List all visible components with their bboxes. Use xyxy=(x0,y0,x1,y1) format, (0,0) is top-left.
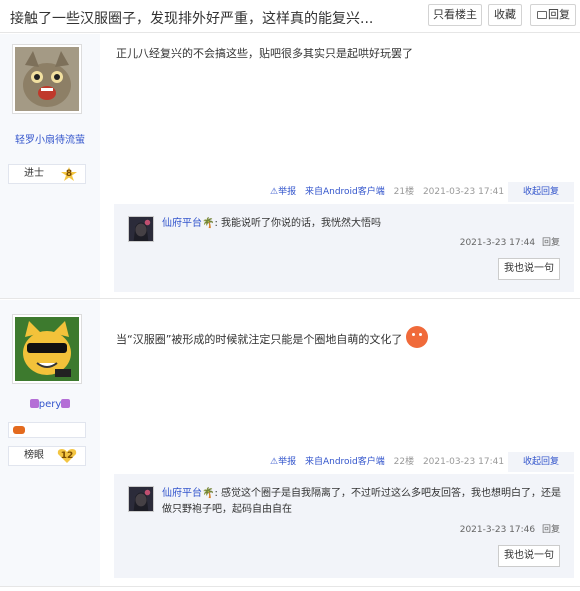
post-time: 2021-03-23 17:41 xyxy=(422,457,505,467)
level-box: 进士 8 xyxy=(8,164,86,184)
reply-meta: 2021-3-23 17:44 回复 xyxy=(460,235,560,248)
level-number: 12 xyxy=(60,451,74,461)
reply-text: 仙府平台🌴: 感觉这个圈子是自我隔离了，不过听过这么多吧友回答，我也想明白了，还… xyxy=(162,486,562,518)
favorite-button[interactable]: 收藏 xyxy=(488,4,522,26)
purple-emoji-icon xyxy=(61,399,71,408)
member-icon-box xyxy=(8,422,86,438)
purple-emoji-icon xyxy=(29,399,39,408)
reply-colon: : xyxy=(214,488,218,499)
post-floor: 轻罗小扇待流萤 进士 8 正儿八经复兴的不会搞这些，贴吧很多其实只是起哄好玩罢了… xyxy=(0,34,580,299)
collapse-replies-button[interactable]: 收起回复 xyxy=(508,182,574,202)
floor-number: 21楼 xyxy=(393,187,415,197)
username-link[interactable]: pery xyxy=(0,399,100,410)
level-name: 榜眼 xyxy=(24,450,44,461)
say-something-button[interactable]: 我也说一句 xyxy=(498,258,560,280)
client-link[interactable]: 来自Android客户端 xyxy=(305,187,385,197)
reply-time: 2021-3-23 17:44 xyxy=(459,238,536,248)
level-box: 榜眼 12 xyxy=(8,446,86,466)
collapse-replies-button[interactable]: 收起回复 xyxy=(508,452,574,472)
gamepad-icon xyxy=(13,426,25,434)
cat-avatar-icon xyxy=(15,47,79,111)
level-badge: 8 xyxy=(61,167,77,181)
cool-cat-avatar-icon xyxy=(15,317,79,381)
girl-avatar-icon xyxy=(129,217,153,241)
reply-icon xyxy=(537,11,547,19)
sub-reply-panel: 仙府平台🌴: 感觉这个圈子是自我隔离了，不过听过这么多吧友回答，我也想明白了，还… xyxy=(114,474,574,578)
reply-button-label: 回复 xyxy=(548,8,570,21)
reply-body: 感觉这个圈子是自我隔离了，不过听过这么多吧友回答，我也想明白了，还是做只野袍子吧… xyxy=(162,488,562,515)
avatar[interactable] xyxy=(12,44,82,114)
girl-avatar-icon xyxy=(129,487,153,511)
reply-reply-link[interactable]: 回复 xyxy=(542,525,560,535)
post-tail: ⚠举报 来自Android客户端 21楼 2021-03-23 17:41 xyxy=(270,182,504,202)
username-text: pery xyxy=(38,399,62,410)
smiley-emoji-icon xyxy=(405,326,428,348)
reply-reply-link[interactable]: 回复 xyxy=(542,238,560,248)
level-name: 进士 xyxy=(24,168,44,179)
post-time: 2021-03-23 17:41 xyxy=(422,187,505,197)
thread-page: 接触了一些汉服圈子，发现排外好严重，这样真的能复兴... 只看楼主 收藏 回复 xyxy=(0,0,580,591)
reply-text: 仙府平台🌴: 我能说听了你说的话，我恍然大悟吗 xyxy=(162,216,562,232)
post-floor: pery 榜眼 12 当“汉服圈”被形成的时候就注定只能是个圈地自萌的文化了 ⚠… xyxy=(0,300,580,587)
palm-icon: 🌴 xyxy=(202,488,215,499)
thread-title: 接触了一些汉服圈子，发现排外好严重，这样真的能复兴... xyxy=(10,11,374,27)
username-link[interactable]: 轻罗小扇待流萤 xyxy=(0,131,100,146)
post-content: 当“汉服圈”被形成的时候就注定只能是个圈地自萌的文化了 xyxy=(116,326,556,348)
reply-meta: 2021-3-23 17:46 回复 xyxy=(460,522,560,535)
client-link[interactable]: 来自Android客户端 xyxy=(305,457,385,467)
palm-icon: 🌴 xyxy=(202,218,215,229)
report-link[interactable]: ⚠举报 xyxy=(270,457,296,467)
reply-body: 我能说听了你说的话，我恍然大悟吗 xyxy=(221,218,382,229)
only-host-button[interactable]: 只看楼主 xyxy=(428,4,482,26)
post-content: 正儿八经复兴的不会搞这些，贴吧很多其实只是起哄好玩罢了 xyxy=(116,47,413,60)
floor-number: 22楼 xyxy=(393,457,415,467)
reply-username[interactable]: 仙府平台 xyxy=(162,488,202,499)
reply-colon: : xyxy=(214,218,218,229)
thread-header: 接触了一些汉服圈子，发现排外好严重，这样真的能复兴... 只看楼主 收藏 回复 xyxy=(0,0,580,33)
reply-avatar[interactable] xyxy=(128,216,154,242)
level-number: 8 xyxy=(65,169,73,179)
reply-avatar[interactable] xyxy=(128,486,154,512)
level-badge: 12 xyxy=(57,449,77,463)
report-link[interactable]: ⚠举报 xyxy=(270,187,296,197)
sub-reply-panel: 仙府平台🌴: 我能说听了你说的话，我恍然大悟吗 2021-3-23 17:44 … xyxy=(114,204,574,292)
reply-username[interactable]: 仙府平台 xyxy=(162,218,202,229)
avatar[interactable] xyxy=(12,314,82,384)
say-something-button[interactable]: 我也说一句 xyxy=(498,545,560,567)
reply-button[interactable]: 回复 xyxy=(530,4,576,26)
reply-time: 2021-3-23 17:46 xyxy=(459,525,536,535)
post-content-text: 当“汉服圈”被形成的时候就注定只能是个圈地自萌的文化了 xyxy=(116,333,403,346)
post-tail: ⚠举报 来自Android客户端 22楼 2021-03-23 17:41 xyxy=(270,452,504,472)
